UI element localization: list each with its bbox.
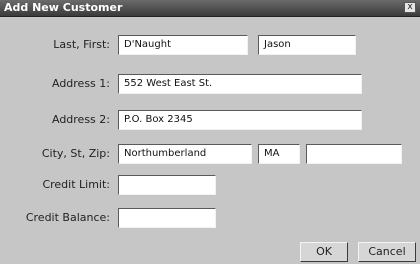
address2-label: Address 2: bbox=[51, 113, 110, 126]
address1-label: Address 1: bbox=[51, 77, 110, 90]
dialog-title: Add New Customer bbox=[4, 1, 123, 14]
zip-field[interactable] bbox=[306, 144, 402, 164]
state-field[interactable]: MA bbox=[258, 144, 300, 164]
credit-balance-field[interactable] bbox=[118, 208, 216, 228]
address2-field[interactable]: P.O. Box 2345 bbox=[118, 110, 362, 130]
last-first-label: Last, First: bbox=[53, 38, 110, 51]
ok-button[interactable]: OK bbox=[300, 242, 348, 262]
close-icon[interactable]: x bbox=[404, 2, 416, 13]
address1-field[interactable]: 552 West East St. bbox=[118, 74, 362, 94]
credit-limit-field[interactable] bbox=[118, 175, 216, 195]
add-customer-dialog: Add New Customer x Last, First: D'Naught… bbox=[0, 0, 420, 264]
city-field[interactable]: Northumberland bbox=[118, 144, 252, 164]
credit-balance-label: Credit Balance: bbox=[25, 211, 110, 224]
credit-limit-label: Credit Limit: bbox=[42, 178, 110, 191]
cancel-button[interactable]: Cancel bbox=[358, 242, 416, 262]
title-bar: Add New Customer x bbox=[0, 0, 420, 17]
last-name-field[interactable]: D'Naught bbox=[118, 35, 248, 55]
first-name-field[interactable]: Jason bbox=[258, 35, 356, 55]
city-st-zip-label: City, St, Zip: bbox=[41, 147, 110, 160]
